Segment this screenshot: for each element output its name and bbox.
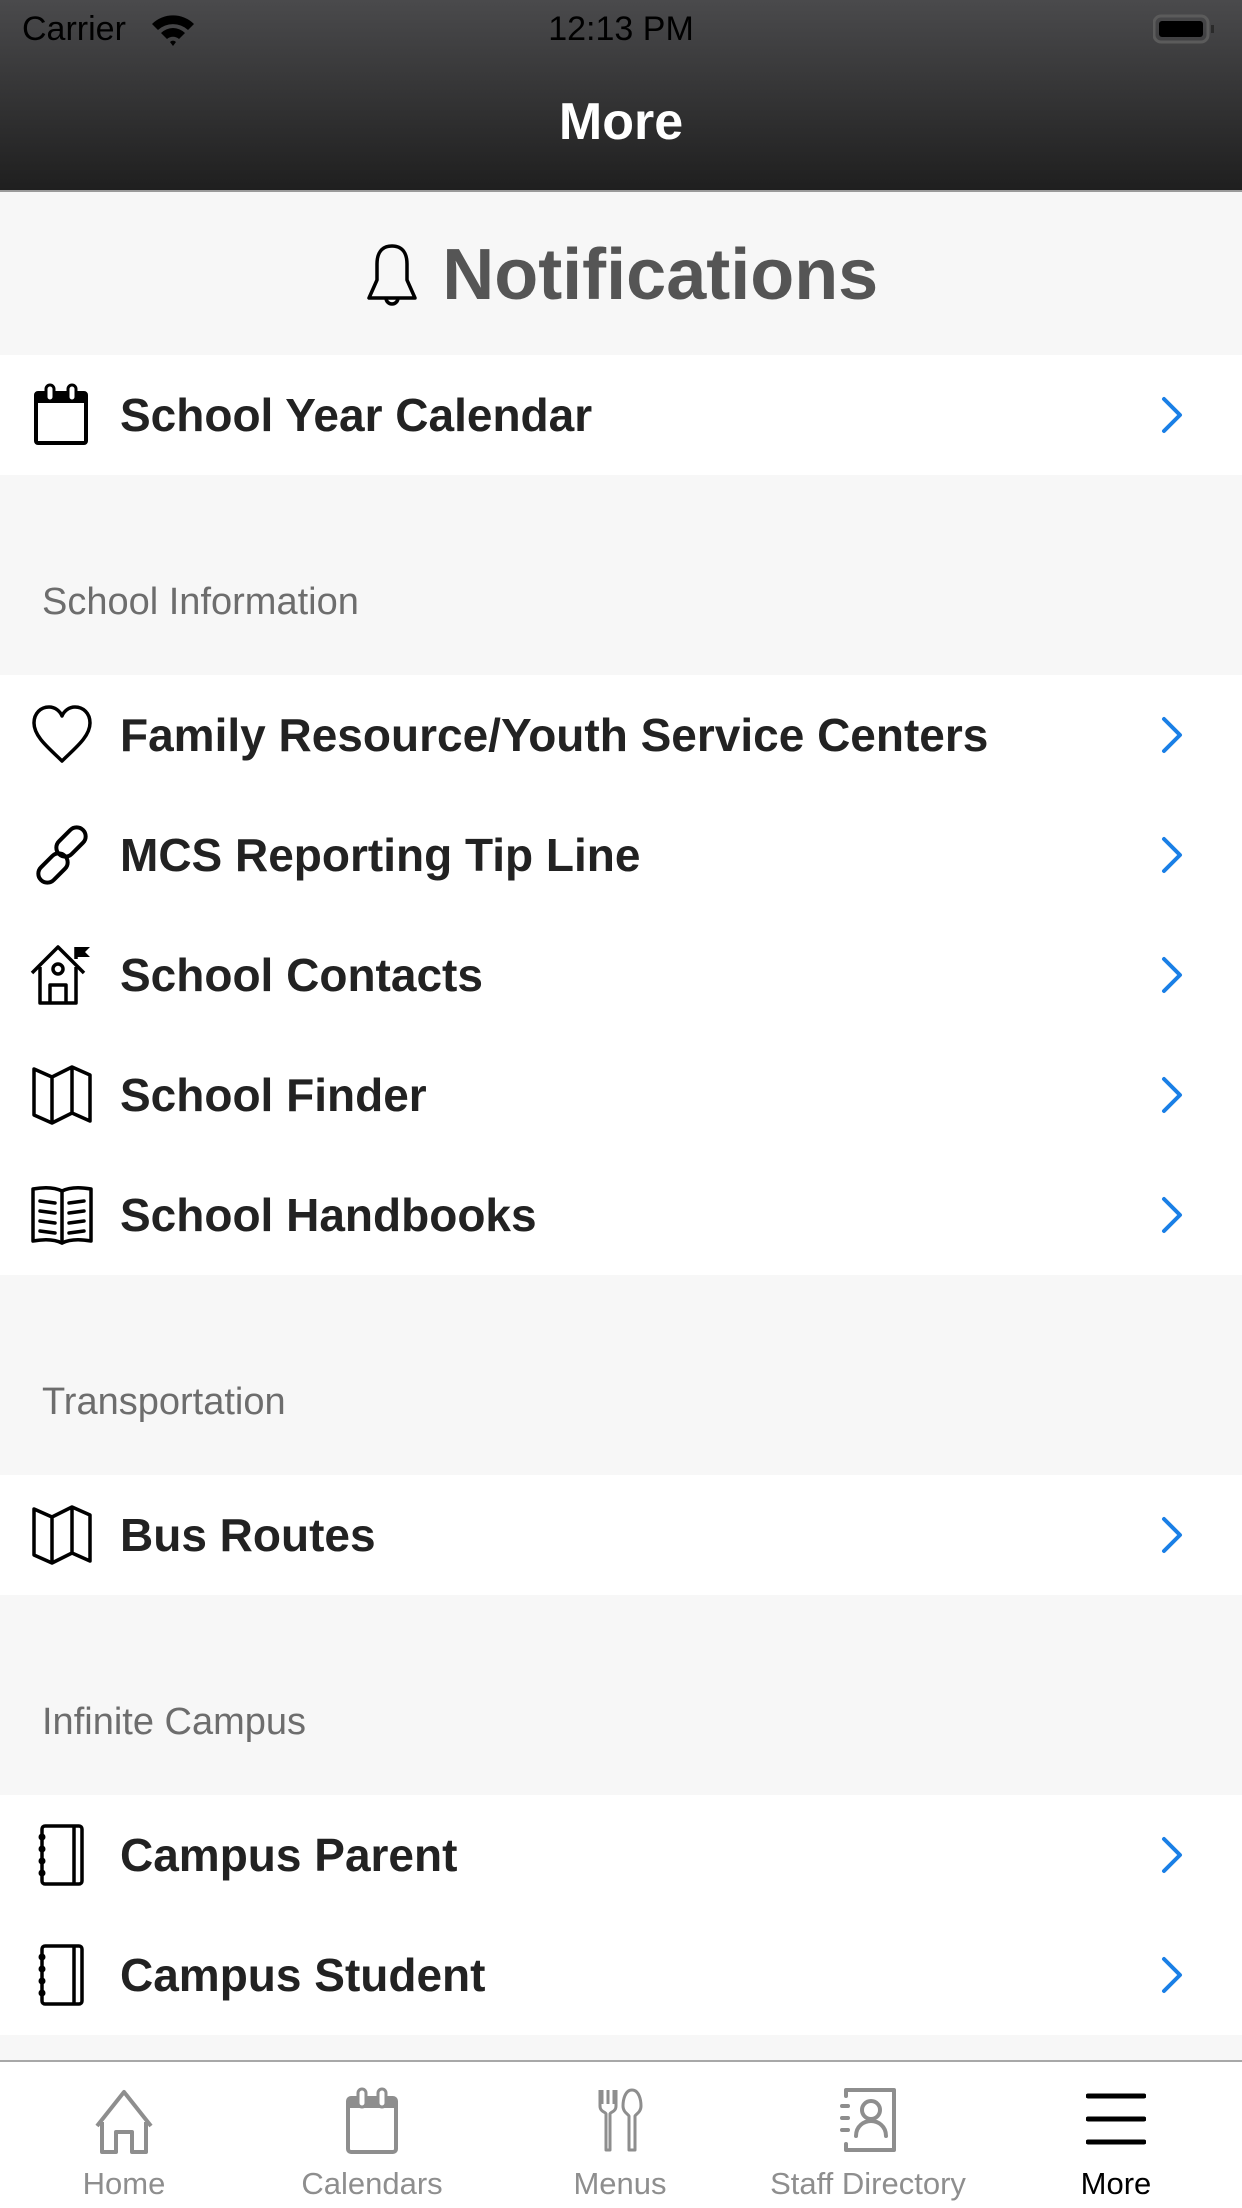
tab-home[interactable]: Home bbox=[0, 2062, 248, 2208]
list-item-label: Bus Routes bbox=[120, 1509, 376, 1561]
list-item-label: Campus Student bbox=[120, 1949, 486, 2001]
chevron-right-icon bbox=[1162, 1837, 1182, 1873]
hamburger-menu-icon bbox=[1086, 2093, 1146, 2145]
battery-icon bbox=[1153, 14, 1214, 44]
tab-staff-directory[interactable]: Staff Directory bbox=[744, 2062, 992, 2208]
tab-menus[interactable]: Menus bbox=[496, 2062, 744, 2208]
bell-icon bbox=[367, 244, 417, 306]
list-item-label: School Contacts bbox=[120, 949, 483, 1001]
link-icon bbox=[36, 825, 88, 885]
book-icon bbox=[31, 1185, 93, 1245]
list-item-campus-parent[interactable]: Campus Parent bbox=[0, 1795, 1242, 1915]
list-item-label: Family Resource/Youth Service Centers bbox=[120, 709, 989, 761]
section-header-infinite-campus: Infinite Campus bbox=[0, 1595, 1242, 1795]
list-item-label: School Handbooks bbox=[120, 1189, 537, 1241]
map-icon bbox=[32, 1505, 92, 1565]
list-item-family-resource[interactable]: Family Resource/Youth Service Centers bbox=[0, 675, 1242, 795]
list-item-bus-routes[interactable]: Bus Routes bbox=[0, 1475, 1242, 1595]
notifications-button[interactable]: Notifications bbox=[0, 192, 1242, 355]
list-item-school-contacts[interactable]: School Contacts bbox=[0, 915, 1242, 1035]
list-item-school-handbooks[interactable]: School Handbooks bbox=[0, 1155, 1242, 1275]
heart-icon bbox=[32, 705, 92, 763]
notebook-icon bbox=[38, 1944, 84, 2006]
list-item-label: School Finder bbox=[120, 1069, 427, 1121]
chevron-right-icon bbox=[1162, 397, 1182, 433]
list-item-campus-student[interactable]: Campus Student bbox=[0, 1915, 1242, 2035]
list-item-school-year-calendar[interactable]: School Year Calendar bbox=[0, 355, 1242, 475]
home-icon bbox=[95, 2090, 153, 2154]
chevron-right-icon bbox=[1162, 1197, 1182, 1233]
chevron-right-icon bbox=[1162, 837, 1182, 873]
tab-more[interactable]: More bbox=[992, 2062, 1240, 2208]
section-title: School Information bbox=[42, 581, 359, 623]
list-item-mcs-reporting-tip-line[interactable]: MCS Reporting Tip Line bbox=[0, 795, 1242, 915]
school-house-icon bbox=[30, 945, 90, 1005]
tab-label: Calendars bbox=[301, 2166, 443, 2201]
tab-label: Home bbox=[82, 2166, 166, 2201]
tab-calendars[interactable]: Calendars bbox=[248, 2062, 496, 2208]
chevron-right-icon bbox=[1162, 957, 1182, 993]
chevron-right-icon bbox=[1162, 1077, 1182, 1113]
tab-label: More bbox=[1080, 2166, 1152, 2201]
chevron-right-icon bbox=[1162, 717, 1182, 753]
section-title: Transportation bbox=[42, 1381, 286, 1423]
chevron-right-icon bbox=[1162, 1957, 1182, 1993]
tab-label: Menus bbox=[573, 2166, 667, 2201]
status-time: 12:13 PM bbox=[548, 10, 694, 48]
notebook-icon bbox=[38, 1824, 84, 1886]
tab-bar: Home Calendars Menus Staff Directory Mor… bbox=[0, 2060, 1242, 2208]
section-title: Infinite Campus bbox=[42, 1701, 307, 1743]
list-item-school-finder[interactable]: School Finder bbox=[0, 1035, 1242, 1155]
map-icon bbox=[32, 1065, 92, 1125]
section-header-transportation: Transportation bbox=[0, 1275, 1242, 1475]
list-item-label: Campus Parent bbox=[120, 1829, 458, 1881]
calendar-icon bbox=[346, 2087, 398, 2154]
section-header-school-information: School Information bbox=[0, 475, 1242, 675]
list-item-label: School Year Calendar bbox=[120, 389, 593, 441]
calendar-icon bbox=[34, 383, 88, 445]
tab-label: Staff Directory bbox=[770, 2166, 966, 2201]
navigation-bar: Carrier 12:13 PM More bbox=[0, 0, 1242, 192]
page-title: More bbox=[558, 93, 684, 151]
chevron-right-icon bbox=[1162, 1517, 1182, 1553]
list-item-label: MCS Reporting Tip Line bbox=[120, 829, 641, 881]
fork-spoon-icon bbox=[598, 2088, 643, 2152]
contact-book-icon bbox=[840, 2088, 896, 2152]
notifications-label: Notifications bbox=[442, 235, 879, 315]
